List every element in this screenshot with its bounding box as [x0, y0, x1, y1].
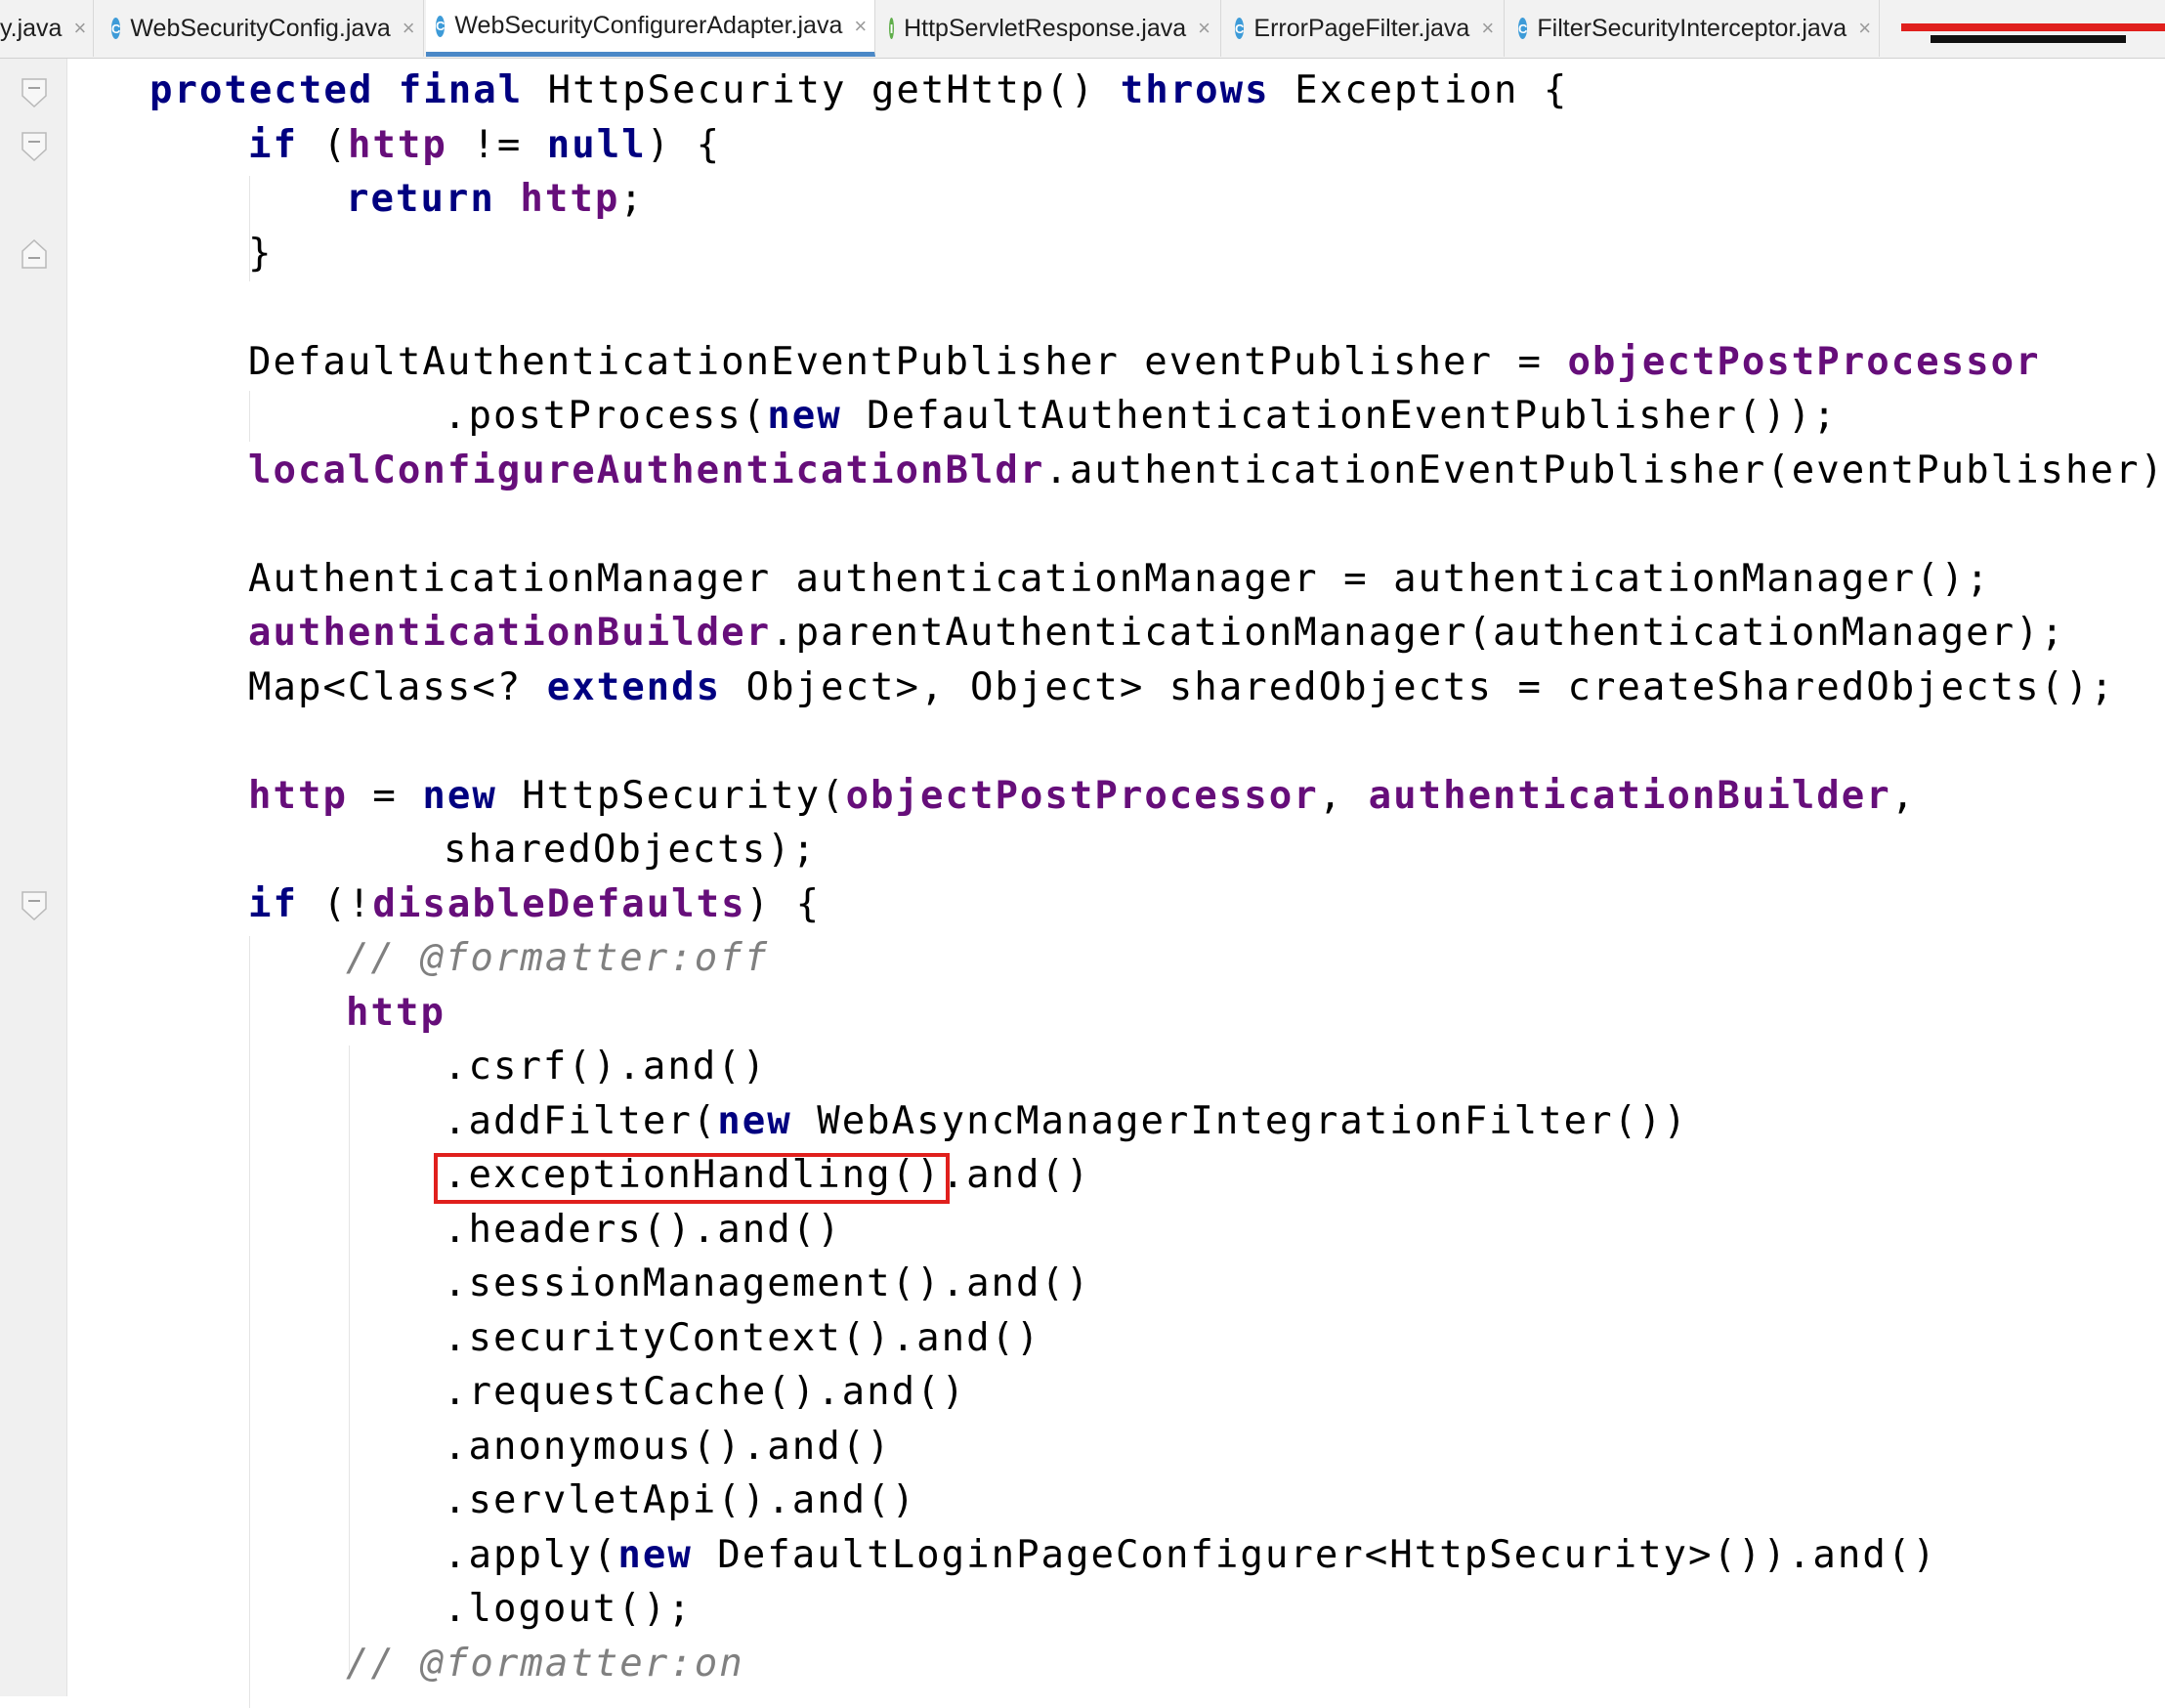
code-line: return http; — [346, 177, 645, 221]
code-line: localConfigureAuthenticationBldr.authent… — [248, 448, 2165, 492]
code-line: .logout(); — [444, 1587, 693, 1631]
editor-tab-bar: y.java × C WebSecurityConfig.java × C We… — [0, 0, 2165, 59]
tab-errorpagefilter[interactable]: C ErrorPageFilter.java × — [1225, 0, 1505, 57]
tab-websecurityconfigureradapter[interactable]: C WebSecurityConfigurerAdapter.java × — [426, 0, 875, 57]
tab-label: FilterSecurityInterceptor.java — [1537, 14, 1847, 42]
indent-guide — [249, 936, 250, 1708]
code-line: AuthenticationManager authenticationMana… — [248, 557, 1991, 601]
class-icon: C — [1518, 18, 1528, 39]
code-line: if (!disableDefaults) { — [248, 882, 822, 926]
code-line: .csrf().and() — [444, 1045, 768, 1089]
fold-marker-icon[interactable] — [21, 891, 47, 920]
code-editor[interactable]: protected final HttpSecurity getHttp() t… — [67, 59, 2165, 1708]
tab-label: WebSecurityConfigurerAdapter.java — [454, 12, 843, 39]
tab-label: WebSecurityConfig.java — [130, 14, 391, 42]
close-icon[interactable]: × — [1198, 16, 1210, 41]
tab-httpservletresponse[interactable]: I HttpServletResponse.java × — [879, 0, 1221, 57]
tab-y-java[interactable]: y.java × — [0, 0, 94, 57]
code-line: .postProcess(new DefaultAuthenticationEv… — [444, 394, 1838, 438]
indent-guide — [349, 1046, 350, 1671]
code-line: .servletApi().and() — [444, 1478, 917, 1522]
tab-websecurityconfig[interactable]: C WebSecurityConfig.java × — [102, 0, 424, 57]
tab-overflow-scribble — [1901, 10, 2165, 49]
class-icon: C — [111, 18, 121, 39]
code-line: authenticationBuilder.parentAuthenticati… — [248, 611, 2066, 655]
code-line: .addFilter(new WebAsyncManagerIntegratio… — [444, 1099, 1689, 1143]
editor-gutter — [0, 59, 67, 1696]
code-line: .anonymous().and() — [444, 1425, 892, 1469]
tab-filtersecurityinterceptor[interactable]: C FilterSecurityInterceptor.java × — [1508, 0, 1880, 57]
indent-guide — [249, 391, 250, 442]
code-line: sharedObjects); — [444, 828, 818, 872]
code-line: http = new HttpSecurity(objectPostProces… — [248, 774, 1917, 818]
code-comment: // @formatter:on — [346, 1642, 744, 1686]
code-line: .sessionManagement().and() — [444, 1261, 1091, 1305]
annotation-highlight-box — [434, 1153, 950, 1204]
code-line: .headers().and() — [444, 1208, 842, 1252]
code-line: Map<Class<? extends Object>, Object> sha… — [248, 665, 2116, 709]
close-icon[interactable]: × — [403, 16, 415, 41]
close-icon[interactable]: × — [73, 16, 86, 41]
tab-label: y.java — [0, 14, 63, 42]
close-icon[interactable]: × — [854, 14, 867, 39]
interface-icon: I — [889, 18, 895, 39]
class-icon: C — [436, 15, 446, 37]
close-icon[interactable]: × — [1858, 16, 1871, 41]
fold-marker-icon[interactable] — [21, 78, 47, 107]
tab-label: HttpServletResponse.java — [904, 14, 1187, 42]
code-line: .securityContext().and() — [444, 1316, 1041, 1360]
tab-label: ErrorPageFilter.java — [1253, 14, 1470, 42]
code-line: .apply(new DefaultLoginPageConfigurer<Ht… — [444, 1533, 1937, 1577]
close-icon[interactable]: × — [1481, 16, 1494, 41]
fold-end-marker-icon[interactable] — [21, 239, 47, 269]
fold-marker-icon[interactable] — [21, 132, 47, 161]
code-line: if (http != null) { — [248, 123, 722, 167]
code-line: DefaultAuthenticationEventPublisher even… — [248, 340, 2041, 384]
code-line: http — [346, 991, 446, 1035]
code-line: protected final HttpSecurity getHttp() t… — [149, 68, 1569, 112]
class-icon: C — [1235, 18, 1245, 39]
code-line: } — [248, 232, 274, 276]
code-comment: // @formatter:off — [346, 936, 770, 980]
code-line: .requestCache().and() — [444, 1370, 967, 1414]
